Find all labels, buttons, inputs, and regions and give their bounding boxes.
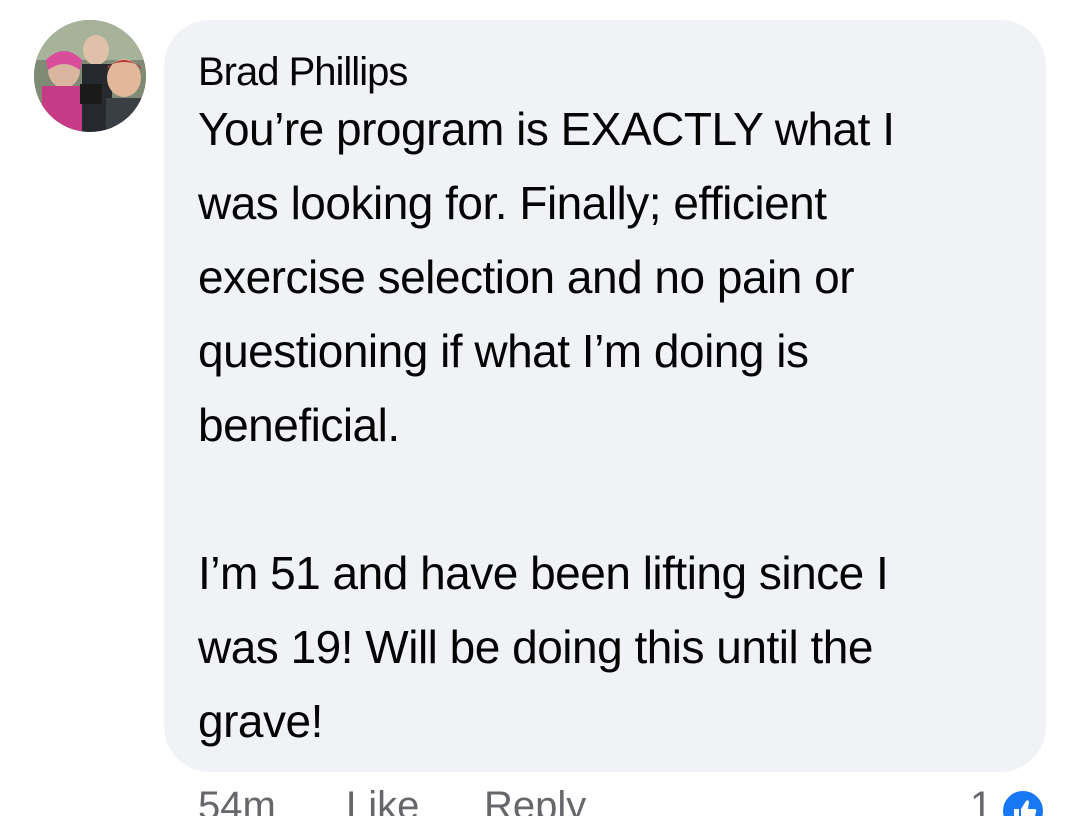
reply-button[interactable]: Reply bbox=[484, 786, 586, 816]
timestamp[interactable]: 54m bbox=[198, 786, 276, 816]
comment-line: grave! bbox=[198, 695, 323, 747]
avatar[interactable] bbox=[34, 20, 146, 132]
comment-line: questioning if what I’m doing is bbox=[198, 325, 809, 377]
avatar-photo bbox=[34, 20, 146, 132]
comment-bubble: Brad Phillips You’re program is EXACTLY … bbox=[164, 20, 1046, 772]
comment-paragraph-2: I’m 51 and have been lifting since I was… bbox=[198, 536, 1012, 758]
comment-line: was looking for. Finally; efficient bbox=[198, 177, 827, 229]
comment-line: exercise selection and no pain or bbox=[198, 251, 855, 303]
like-button[interactable]: Like bbox=[346, 786, 419, 816]
comment-line: was 19! Will be doing this until the bbox=[198, 621, 873, 673]
comment-line: beneficial. bbox=[198, 399, 400, 451]
comment-line: I’m 51 and have been lifting since I bbox=[198, 547, 889, 599]
thumbs-up-icon bbox=[1000, 788, 1046, 816]
author-name[interactable]: Brad Phillips bbox=[198, 48, 1012, 96]
comment: Brad Phillips You’re program is EXACTLY … bbox=[0, 0, 1080, 816]
comment-line: You’re program is EXACTLY what I bbox=[198, 103, 895, 155]
reaction-count: 1 bbox=[970, 784, 993, 816]
comment-paragraph-1: You’re program is EXACTLY what I was loo… bbox=[198, 92, 1012, 462]
